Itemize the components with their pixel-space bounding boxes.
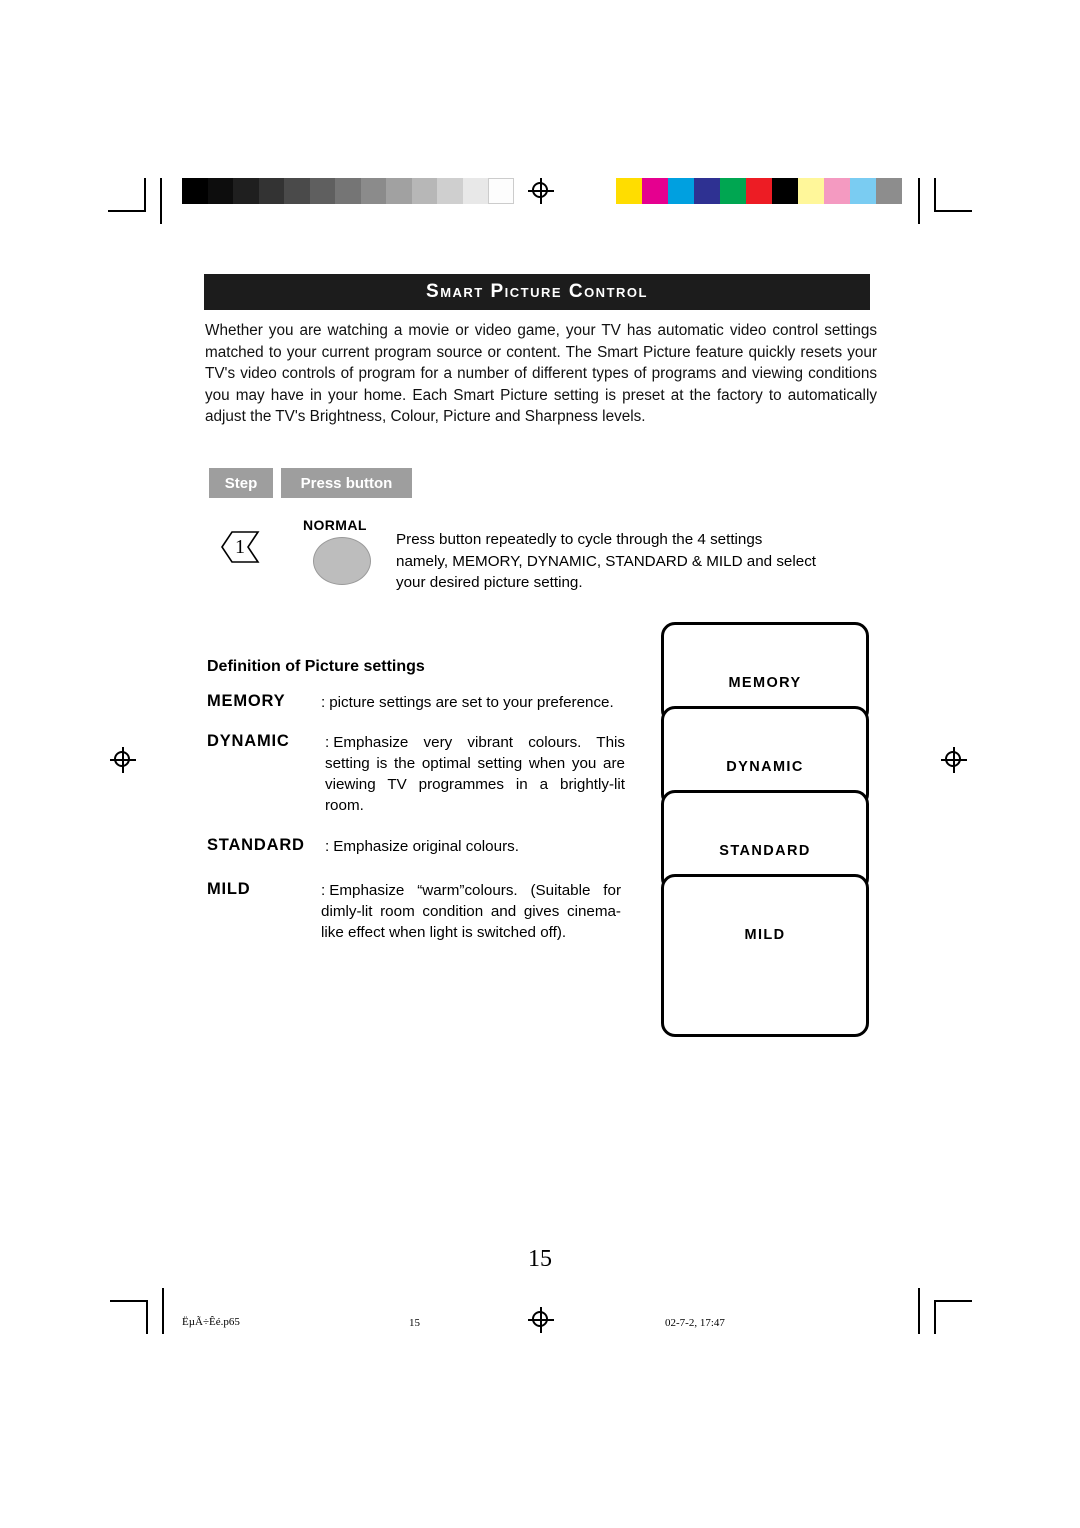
- definition-description: : Emphasize original colours.: [325, 836, 627, 857]
- definition-item-memory: MEMORY : picture settings are set to your…: [207, 692, 627, 718]
- definition-text: picture settings are set to your prefere…: [329, 694, 614, 711]
- registration-target-left: [110, 747, 136, 773]
- definition-colon: :: [325, 734, 330, 751]
- panel-option-label: MILD: [744, 927, 786, 943]
- step-instruction: Press button repeatedly to cycle through…: [396, 531, 817, 591]
- grayscale-wedge: [182, 178, 514, 204]
- table-header-press-button: Press button: [281, 468, 412, 498]
- definition-description: : Emphasize very vibrant colours. This se…: [325, 732, 625, 816]
- page-title: Smart Picture Control: [426, 281, 648, 302]
- definition-description: : Emphasize “warm”colours. (Suitable for …: [321, 880, 621, 943]
- definition-text: Emphasize original colours.: [333, 838, 519, 855]
- definition-description: : picture settings are set to your prefer…: [321, 692, 627, 713]
- footer-file-name: ËµÃ÷Êé.p65: [182, 1316, 240, 1328]
- definition-term: DYNAMIC: [207, 732, 290, 750]
- definition-item-mild: MILD : Emphasize “warm”colours. (Suitable…: [207, 880, 627, 970]
- intro-paragraph: Whether you are watching a movie or vide…: [205, 322, 877, 425]
- footer-date: 02-7-2, 17:47: [665, 1317, 725, 1329]
- registration-target-bottom: [528, 1307, 554, 1333]
- normal-button-label: NORMAL: [303, 517, 367, 533]
- definition-term: MEMORY: [207, 692, 286, 710]
- panel-option-label: MEMORY: [728, 675, 802, 691]
- color-bar: [616, 178, 902, 204]
- table-header-step: Step: [209, 468, 273, 498]
- definition-colon: :: [321, 882, 326, 899]
- registration-target-right: [941, 747, 967, 773]
- crop-mark-bottom-right: [916, 1288, 972, 1334]
- panel-option-label: DYNAMIC: [726, 759, 804, 775]
- panel-option-mild[interactable]: MILD: [661, 874, 869, 1037]
- definition-colon: :: [321, 694, 326, 711]
- crop-mark-top-left: [108, 178, 164, 224]
- normal-button-icon[interactable]: [313, 537, 371, 585]
- definition-colon: :: [325, 838, 330, 855]
- crop-mark-top-right: [916, 178, 972, 224]
- footer-page-number: 15: [409, 1317, 420, 1329]
- page-number: 15: [528, 1246, 552, 1272]
- settings-panel-diagram: MEMORY DYNAMIC STANDARD MILD: [661, 622, 871, 1037]
- definition-term: MILD: [207, 880, 251, 898]
- definition-text: Emphasize “warm”colours. (Suitable for d…: [321, 882, 621, 941]
- registration-target-top: [528, 178, 554, 204]
- definitions-list: MEMORY : picture settings are set to your…: [207, 692, 627, 984]
- definitions-heading: Definition of Picture settings: [207, 658, 425, 675]
- definition-item-standard: STANDARD : Emphasize original colours.: [207, 836, 627, 866]
- definition-item-dynamic: DYNAMIC : Emphasize very vibrant colours.…: [207, 732, 627, 822]
- step-number-badge: 1: [212, 528, 268, 566]
- panel-option-label: STANDARD: [719, 843, 811, 859]
- step-number: 1: [235, 535, 245, 558]
- definition-text: Emphasize very vibrant colours. This set…: [325, 734, 625, 814]
- page-title-bar: Smart Picture Control: [204, 274, 870, 310]
- definition-term: STANDARD: [207, 836, 305, 854]
- crop-mark-bottom-left: [110, 1288, 166, 1334]
